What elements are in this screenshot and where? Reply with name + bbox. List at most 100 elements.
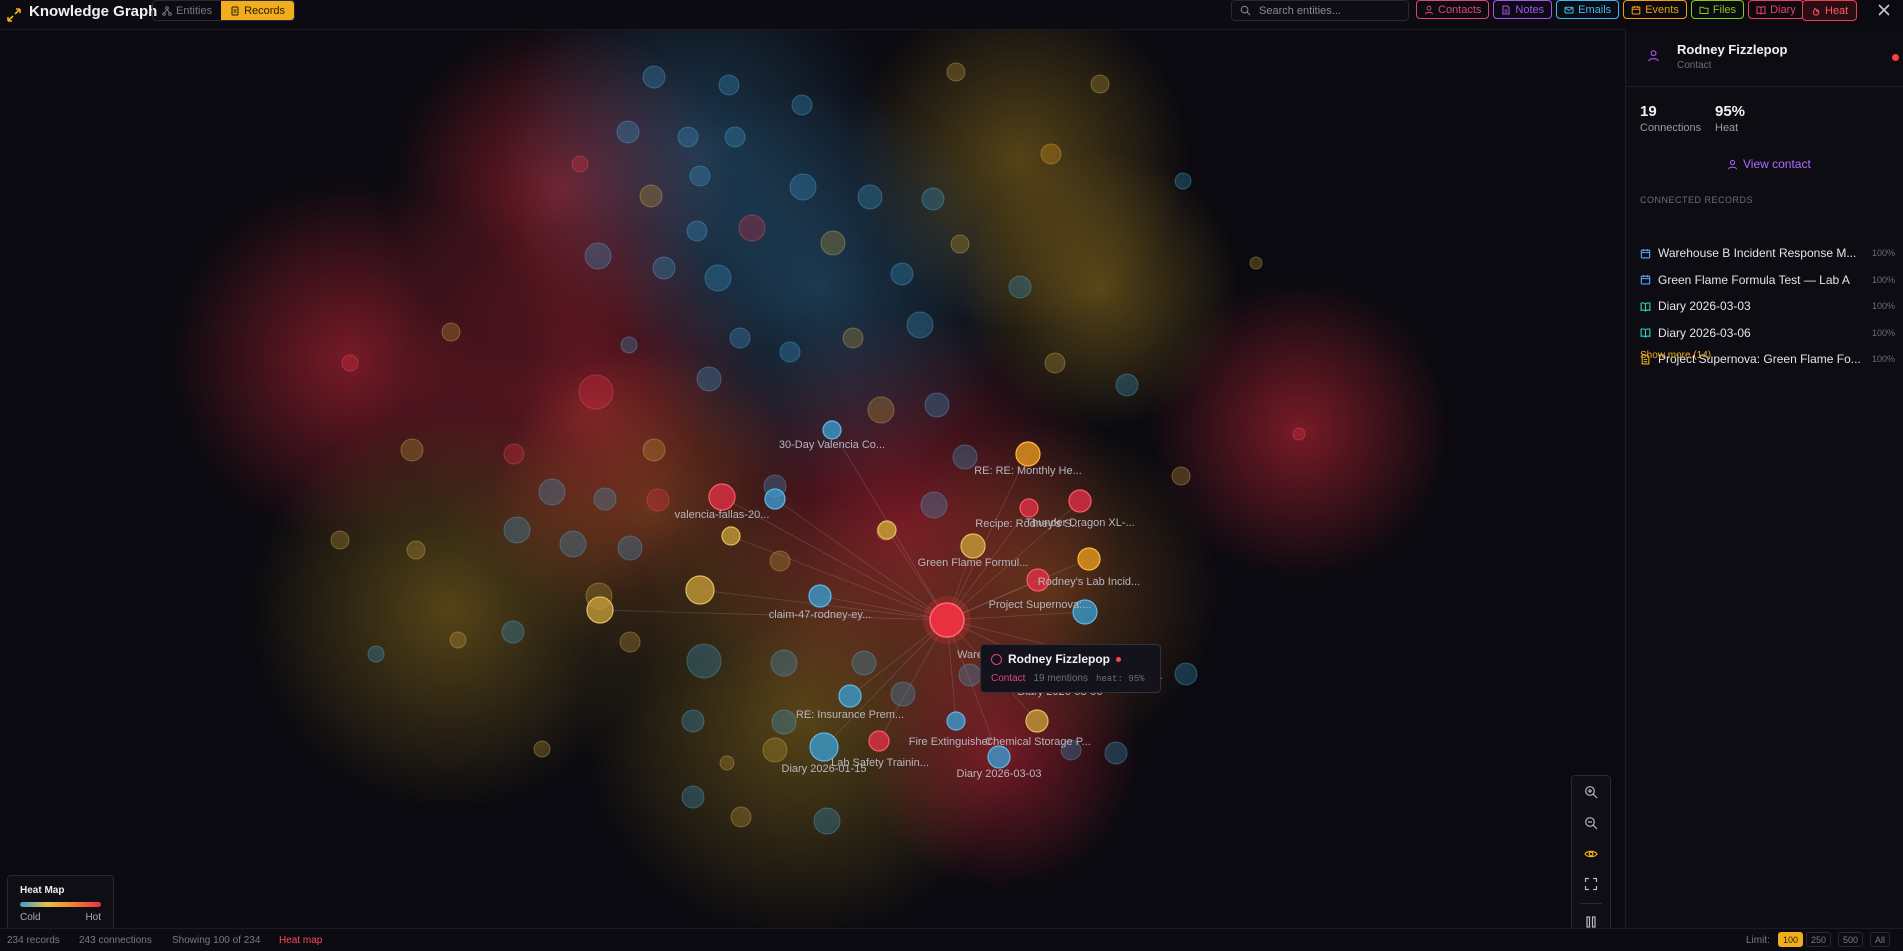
graph-node[interactable] — [1090, 74, 1110, 94]
graph-node[interactable] — [822, 420, 842, 440]
graph-node[interactable] — [1025, 709, 1049, 733]
graph-node[interactable] — [857, 184, 883, 210]
graph-node[interactable] — [449, 631, 467, 649]
graph-node[interactable] — [789, 173, 817, 201]
graph-node[interactable] — [960, 533, 986, 559]
graph-node[interactable] — [559, 530, 587, 558]
graph-node[interactable] — [1068, 489, 1092, 513]
graph-node[interactable] — [406, 540, 426, 560]
graph-node[interactable] — [533, 740, 551, 758]
graph-node[interactable] — [642, 65, 666, 89]
graph-node[interactable] — [820, 230, 846, 256]
graph-node[interactable] — [950, 234, 970, 254]
graph-node[interactable] — [791, 94, 813, 116]
graph-node[interactable] — [652, 256, 676, 280]
eye-icon[interactable] — [1584, 847, 1598, 861]
graph-node[interactable] — [762, 737, 788, 763]
graph-node[interactable] — [400, 438, 424, 462]
graph-node[interactable] — [813, 807, 841, 835]
graph-node[interactable] — [586, 596, 614, 624]
limit-option-500[interactable]: 500 — [1838, 932, 1864, 947]
graph-node[interactable] — [868, 730, 890, 752]
graph-node[interactable] — [503, 516, 531, 544]
graph-node[interactable] — [890, 681, 916, 707]
graph-node[interactable] — [685, 575, 715, 605]
graph-node[interactable] — [686, 220, 708, 242]
graph-node[interactable] — [501, 620, 525, 644]
zoom-in-icon[interactable] — [1584, 785, 1598, 799]
graph-node[interactable] — [1115, 373, 1139, 397]
graph-svg[interactable]: 30-Day Valencia Co... RE: RE: Monthly He.… — [0, 30, 1625, 928]
graph-node[interactable] — [738, 214, 766, 242]
graph-node[interactable] — [842, 327, 864, 349]
graph-node[interactable] — [808, 584, 832, 608]
pause-icon[interactable] — [1584, 915, 1598, 928]
graph-node[interactable] — [593, 487, 617, 511]
entities-toggle-button[interactable]: Entities — [153, 1, 221, 20]
graph-node[interactable] — [642, 438, 666, 462]
graph-node[interactable] — [367, 645, 385, 663]
graph-node[interactable] — [330, 530, 350, 550]
filter-notes-button[interactable]: Notes — [1493, 0, 1553, 19]
fullscreen-icon[interactable] — [1584, 877, 1598, 891]
heat-toggle-button[interactable]: Heat — [1802, 0, 1858, 21]
graph-node[interactable] — [584, 242, 612, 270]
graph-node[interactable] — [958, 663, 982, 687]
graph-node[interactable] — [920, 491, 948, 519]
graph-node[interactable] — [1174, 662, 1198, 686]
graph-node[interactable] — [708, 483, 736, 511]
graph-node[interactable] — [677, 126, 699, 148]
graph-node[interactable] — [1008, 275, 1032, 299]
graph-node[interactable] — [686, 643, 722, 679]
graph-node[interactable] — [770, 649, 798, 677]
graph-node[interactable] — [838, 684, 862, 708]
graph-node[interactable] — [681, 785, 705, 809]
view-contact-link[interactable]: View contact — [1727, 157, 1811, 171]
graph-node[interactable] — [946, 711, 966, 731]
graph-node[interactable] — [724, 126, 746, 148]
limit-option-100[interactable]: 100 — [1778, 932, 1804, 947]
filter-diary-button[interactable]: Diary — [1748, 0, 1804, 19]
graph-node[interactable] — [571, 155, 589, 173]
connected-record-item[interactable]: Green Flame Formula Test — Lab A 100% — [1640, 270, 1895, 290]
graph-node[interactable] — [890, 262, 914, 286]
graph-node[interactable] — [1019, 498, 1039, 518]
graph-node[interactable] — [538, 478, 566, 506]
graph-node[interactable] — [578, 374, 614, 410]
graph-node[interactable] — [617, 535, 643, 561]
close-icon[interactable] — [1876, 2, 1892, 18]
graph-node[interactable] — [771, 709, 797, 735]
graph-node[interactable] — [1077, 547, 1101, 571]
filter-files-button[interactable]: Files — [1690, 0, 1745, 19]
graph-node[interactable] — [718, 74, 740, 96]
graph-node[interactable] — [851, 650, 877, 676]
search-input[interactable] — [1257, 3, 1401, 18]
show-more-link[interactable]: Show more (14) — [1640, 350, 1711, 361]
graph-node[interactable] — [779, 341, 801, 363]
graph-node[interactable] — [639, 184, 663, 208]
graph-node[interactable] — [689, 165, 711, 187]
graph-node[interactable] — [987, 745, 1011, 769]
zoom-out-icon[interactable] — [1584, 816, 1598, 830]
graph-node[interactable] — [681, 709, 705, 733]
graph-node[interactable] — [619, 631, 641, 653]
graph-node[interactable] — [729, 327, 751, 349]
graph-node[interactable] — [1174, 172, 1192, 190]
graph-node[interactable] — [1292, 427, 1306, 441]
graph-node[interactable] — [1249, 256, 1263, 270]
connected-record-item[interactable]: Diary 2026-03-03 100% — [1640, 296, 1895, 316]
search-box[interactable] — [1231, 0, 1409, 21]
graph-node[interactable] — [867, 396, 895, 424]
graph-node[interactable] — [646, 488, 670, 512]
graph-node[interactable] — [1171, 466, 1191, 486]
graph-node[interactable] — [769, 550, 791, 572]
limit-option-250[interactable]: 250 — [1806, 932, 1832, 947]
graph-node[interactable] — [730, 806, 752, 828]
graph-node[interactable] — [877, 520, 897, 540]
limit-option-all[interactable]: All — [1870, 932, 1891, 947]
graph-node[interactable] — [946, 62, 966, 82]
selected-node[interactable] — [929, 602, 965, 638]
graph-node[interactable] — [921, 187, 945, 211]
filter-events-button[interactable]: Events — [1623, 0, 1687, 19]
connected-record-item[interactable]: Warehouse B Incident Response M... 100% — [1640, 243, 1895, 263]
